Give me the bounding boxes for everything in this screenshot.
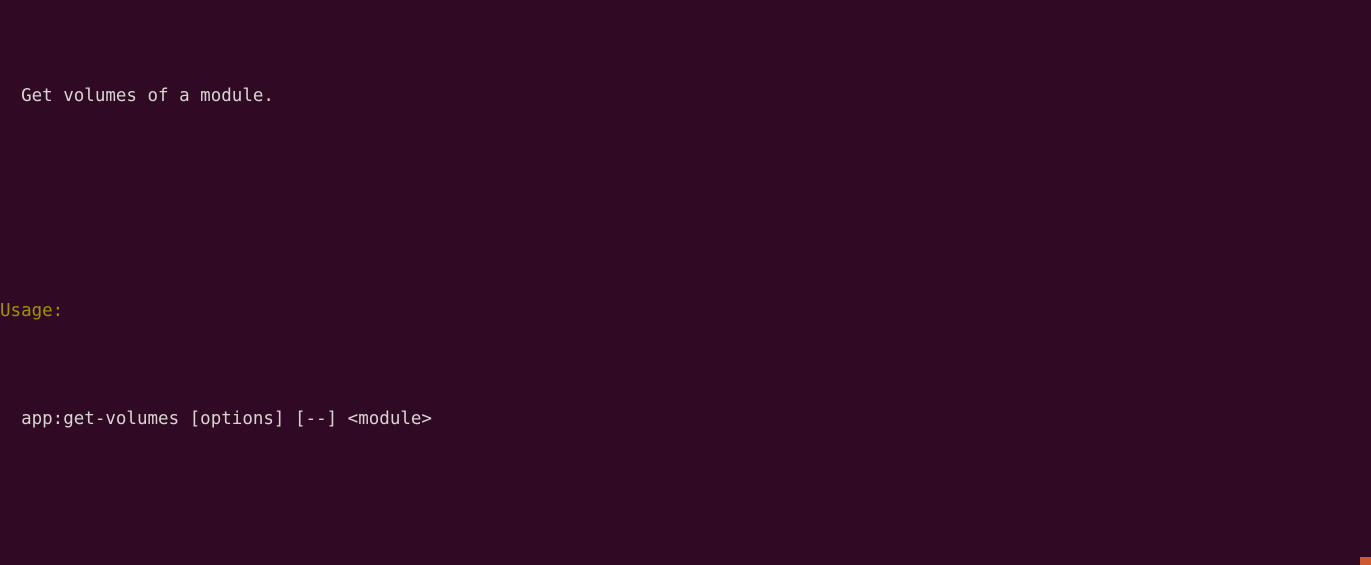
command-summary-text: Get volumes of a module. [0,85,274,106]
line-usage: app:get-volumes [options] [--] <module> [0,406,1371,433]
terminal-screen: Get volumes of a module. Usage: app:get-… [0,2,1371,565]
line-blank-1 [0,190,1371,217]
line-blank-2 [0,513,1371,540]
line-summary: Get volumes of a module. [0,83,1371,110]
terminal-cursor [1360,557,1371,565]
usage-heading: Usage: [0,300,64,321]
line-usage-heading: Usage: [0,298,1371,325]
usage-synopsis: app:get-volumes [options] [--] <module> [0,408,432,429]
terminal-window[interactable]: Get volumes of a module. Usage: app:get-… [0,0,1371,565]
